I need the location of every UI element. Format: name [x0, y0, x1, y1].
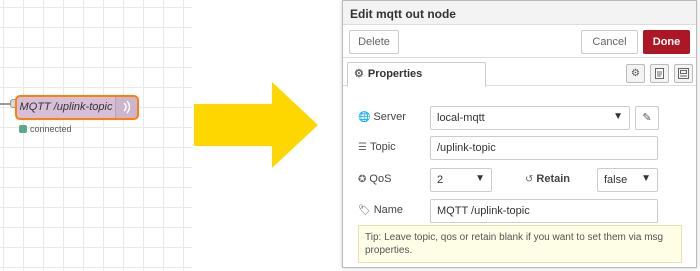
name-label: 🏷 Name: [358, 204, 404, 216]
done-button[interactable]: Done: [643, 30, 690, 54]
tag-icon: 🏷: [358, 205, 371, 216]
tab-properties[interactable]: ⚙ Properties: [347, 62, 486, 87]
qos-select[interactable]: 2 ▼: [430, 168, 492, 192]
globe-icon: 🌐: [358, 112, 371, 123]
description-icon[interactable]: [650, 64, 669, 83]
dialog-tabs: ⚙ Properties ⚙: [343, 60, 696, 87]
chevron-down-icon: ▼: [641, 173, 651, 184]
cancel-button[interactable]: Cancel: [581, 30, 638, 54]
pencil-icon: ✎: [642, 112, 652, 124]
edit-node-dialog: Edit mqtt out node Delete Cancel Done ⚙ P…: [342, 0, 697, 268]
wifi-icon: [115, 97, 137, 118]
node-status: connected: [19, 121, 72, 135]
chevron-down-icon: ▼: [475, 173, 485, 184]
history-icon: ↺: [525, 174, 534, 185]
tasks-icon: ☰: [358, 142, 367, 153]
arrow-right-icon: [194, 82, 318, 168]
topic-label: ☰ Topic: [358, 141, 396, 153]
delete-button[interactable]: Delete: [349, 30, 399, 54]
flow-canvas[interactable]: MQTT /uplink-topic connected: [0, 0, 192, 271]
retain-select[interactable]: false ▼: [597, 168, 658, 192]
server-label: 🌐 Server: [358, 111, 406, 123]
topic-input[interactable]: /uplink-topic: [430, 136, 658, 160]
chevron-down-icon: ▼: [613, 111, 623, 122]
edit-server-button[interactable]: ✎: [635, 106, 659, 130]
tab-label: Properties: [367, 68, 423, 80]
dialog-title: Edit mqtt out node: [343, 1, 696, 25]
retain-label: ↺ Retain: [525, 173, 571, 185]
empire-icon: ✪: [358, 174, 367, 185]
tip-box: Tip: Leave topic, qos or retain blank if…: [358, 225, 682, 263]
status-text: connected: [30, 123, 72, 134]
status-dot: [19, 124, 27, 133]
server-select[interactable]: local-mqtt ▼: [430, 106, 630, 130]
node-label: MQTT /uplink-topic: [19, 101, 113, 113]
qos-label: ✪ QoS: [358, 173, 392, 185]
name-input[interactable]: MQTT /uplink-topic: [430, 199, 658, 223]
appearance-icon[interactable]: [674, 64, 693, 83]
mqtt-out-node[interactable]: MQTT /uplink-topic: [15, 95, 139, 120]
dialog-toolbar: Delete Cancel Done: [343, 25, 696, 58]
settings-icon[interactable]: ⚙: [626, 64, 645, 83]
gear-icon: ⚙: [354, 68, 364, 80]
